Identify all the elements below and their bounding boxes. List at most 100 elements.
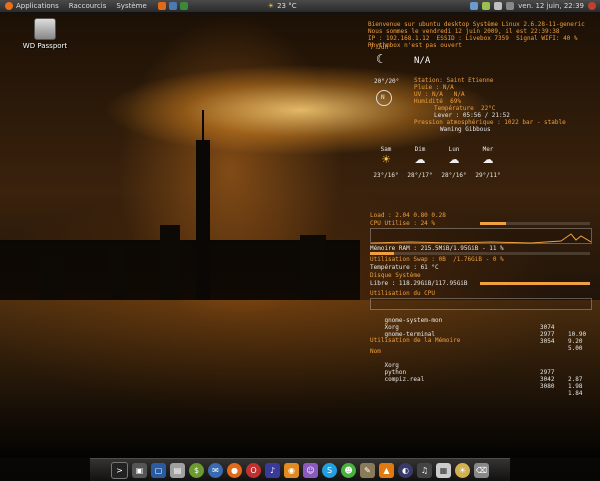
pidgin2-icon[interactable]: ☺ — [303, 462, 318, 478]
menu-label: Système — [116, 2, 147, 10]
calendar-icon[interactable]: ▦ — [436, 462, 451, 478]
trash-icon[interactable]: ⌫ — [474, 462, 489, 478]
weather-date-label: 7 Jun — [370, 44, 389, 51]
weather-temp: 23 °C — [277, 2, 297, 10]
rain-cloud-icon: ☁ — [448, 153, 460, 166]
weather-icon[interactable]: ☀ — [455, 462, 470, 478]
cpu-line: CPU Utilise : 24 % — [370, 220, 436, 227]
weather-line: Lever : 05:56 / 21:52 — [434, 112, 510, 119]
firefox-launcher-icon[interactable] — [157, 2, 166, 10]
ram-bar-track — [370, 252, 590, 255]
mail-icon[interactable] — [494, 2, 503, 10]
table-row: Xorg 2977 9.20 — [370, 317, 590, 345]
forecast-range: 28°/16° — [441, 172, 467, 179]
chat-icon[interactable]: ☻ — [341, 462, 356, 478]
swap-line: Utilisation Swap : 0B /1.76GiB - 0 % — [370, 256, 504, 263]
menu-places[interactable]: Raccourcis — [64, 2, 112, 10]
terminal-icon[interactable]: > — [111, 461, 128, 479]
clock[interactable]: ven. 12 juin, 22:39 — [518, 2, 584, 10]
power-icon[interactable] — [588, 2, 596, 10]
weather-details: Station: Saint Etienne Pluie : N/A UV : N/… — [414, 70, 566, 140]
conky-line: Bienvenue sur ubuntu desktop Système Lin… — [368, 21, 585, 28]
rss-icon[interactable]: ◉ — [284, 462, 299, 478]
tower-spire — [202, 110, 204, 140]
pidgin-icon[interactable]: $ — [189, 462, 204, 478]
table-row: compiz.real 3080 1.84 — [370, 369, 590, 397]
cpu-graph-2 — [370, 298, 592, 310]
forecast-day: Dim ☁ 28°/17° — [406, 146, 434, 179]
cpu-graph — [370, 228, 592, 244]
weather-line: Waning Gibbous — [440, 126, 491, 133]
weather-line: UV : N/A N/A — [414, 91, 465, 98]
weather-minmax: 20°/20° — [374, 78, 400, 85]
weather-line: Pluie : N/A — [414, 84, 454, 91]
table-header: Nom — [370, 348, 381, 355]
top-panel: Applications Raccourcis Système ☀ 23 °C … — [0, 0, 600, 13]
conky-line: Rhythmbox n'est pas ouvert — [368, 42, 462, 49]
load-line: Load : 2.04 0.80 0.28 — [370, 212, 446, 219]
menu-applications[interactable]: Applications — [0, 2, 64, 10]
forecast-day-label: Sam — [380, 146, 392, 153]
monitor-icon[interactable]: ▣ — [132, 462, 147, 478]
conky-line: Nous sommes le vendredi 12 juin 2009, il… — [368, 28, 560, 35]
forecast-day: Mer ☁ 29°/11° — [474, 146, 502, 179]
forecast-day-label: Lun — [448, 146, 460, 153]
proc-val: 1.98 — [568, 383, 583, 390]
opera-icon[interactable]: O — [246, 462, 261, 478]
weather-applet[interactable]: ☀ 23 °C — [268, 2, 297, 10]
building — [300, 235, 326, 300]
conky-line: IP : 192.168.1.12 ESSID : Livebox 7359 S… — [368, 35, 578, 42]
table-row: python 3042 1.98 — [370, 362, 590, 390]
disk-line: Libre : 118.29GiB/117.95GiB — [370, 280, 468, 287]
forecast-range: 28°/17° — [407, 172, 433, 179]
desktop-icon-wd-passport[interactable]: WD Passport — [16, 18, 74, 50]
weather-line: Température 22°C — [434, 105, 496, 112]
table-row: gnome-terminal 3054 5.00 — [370, 324, 590, 352]
weather-sun-icon: ☀ — [267, 2, 275, 10]
skype-icon[interactable]: S — [322, 462, 337, 478]
building — [40, 255, 64, 300]
network-icon[interactable] — [470, 2, 479, 10]
building — [110, 245, 126, 300]
virtualbox-icon[interactable]: ▢ — [151, 462, 166, 478]
temp-line: Température : 61 °C — [370, 264, 439, 271]
vlc-icon[interactable]: ▲ — [379, 462, 394, 478]
music-icon[interactable]: ♪ — [265, 462, 280, 478]
proc-val: 2.87 — [568, 376, 583, 383]
files-icon[interactable]: ▤ — [170, 462, 185, 478]
forecast-range: 29°/11° — [475, 172, 501, 179]
forecast-row: Sam ☀ 23°/16° Dim ☁ 28°/17° Lun ☁ 28°/16… — [368, 146, 518, 192]
conky-header: Bienvenue sur ubuntu desktop Système Lin… — [368, 14, 585, 56]
eclipse-icon[interactable]: ◐ — [398, 462, 413, 478]
table-row: Xorg 2977 2.87 — [370, 355, 590, 383]
firefox-icon[interactable]: ● — [227, 462, 242, 478]
thunderbird-icon[interactable]: ✉ — [208, 462, 223, 478]
weather-current-icon: ☾ — [376, 52, 387, 66]
cpu-graph-line — [370, 233, 592, 244]
menu-label: Raccourcis — [68, 2, 107, 10]
menu-label: Applications — [16, 2, 59, 10]
forecast-day-label: Mer — [482, 146, 494, 153]
gimp-icon[interactable]: ✎ — [360, 462, 375, 478]
building — [160, 225, 180, 300]
volume-icon[interactable]: ♫ — [417, 462, 432, 478]
proc-name: compiz.real — [384, 376, 425, 383]
process-table-cpu: gnome-system-mon 3074 10.90 Xorg 2977 9.… — [370, 310, 590, 397]
proc-pid: 3080 — [540, 383, 555, 390]
tower — [196, 140, 210, 300]
volume-icon[interactable] — [506, 2, 515, 10]
weather-line: Station: Saint Etienne — [414, 77, 494, 84]
weather-line: Humidité 69% — [414, 98, 461, 105]
forecast-day: Sam ☀ 23°/16° — [372, 146, 400, 179]
cloud-icon: ☁ — [482, 153, 494, 166]
help-launcher-icon[interactable] — [179, 2, 188, 10]
forecast-day: Lun ☁ 28°/16° — [440, 146, 468, 179]
mail-launcher-icon[interactable] — [168, 2, 177, 10]
drive-icon — [34, 18, 56, 40]
chat-icon[interactable] — [482, 2, 491, 10]
weather-line: Pression atmosphérique : 1022 bar - stab… — [414, 119, 566, 126]
menu-system[interactable]: Système — [111, 2, 151, 10]
disk-title: Disque Système — [370, 272, 421, 279]
desktop-icon-label: WD Passport — [22, 42, 68, 50]
proc-pid: 3042 — [540, 376, 555, 383]
